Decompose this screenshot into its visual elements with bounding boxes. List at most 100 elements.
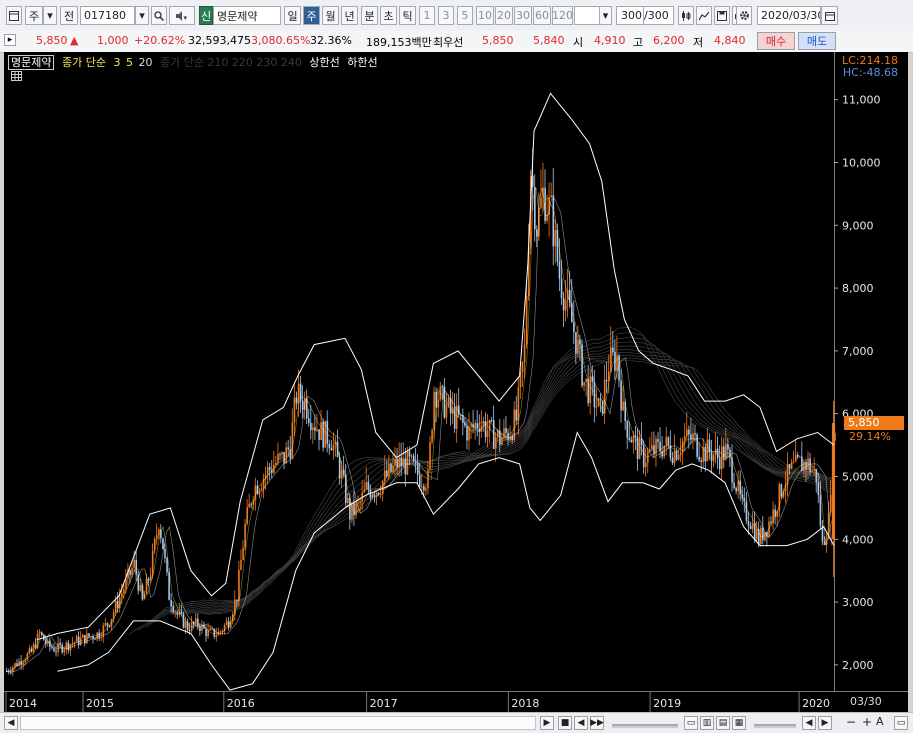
candle-body [244,523,246,548]
layout-icon[interactable]: ▦ [732,716,746,730]
scroll-right-icon[interactable]: ▶ [540,716,554,730]
candle-body [168,572,170,601]
candle-body [638,438,641,460]
data-count-input[interactable]: 300 [616,6,644,25]
number-10[interactable]: 10 [476,6,494,25]
market-selector[interactable]: 주 [25,6,43,25]
speed-slider[interactable] [610,716,680,730]
candle-body [215,635,218,637]
period-day[interactable]: 일 [284,6,301,25]
candle-body [365,482,368,490]
candle-body [277,454,279,463]
candle-body [123,589,125,594]
stock-name-field[interactable]: 명문제약 [213,6,281,25]
zoom-out-icon[interactable]: ▭ [684,716,698,730]
candle-body [536,229,538,237]
candle-body [686,429,688,437]
candle-body [425,488,427,491]
chart-canvas: 11,00010,0009,0008,0007,0006,0005,0004,0… [4,52,908,712]
buy-button[interactable]: 매수 [757,32,795,50]
candle-body [59,643,62,645]
candle-body [22,662,25,665]
candle-body [332,444,335,451]
candle-body [636,436,639,460]
up-arrow-icon: ▲ [70,34,79,47]
candle-type-icon[interactable] [678,6,694,25]
compare-icon[interactable]: ▤ [716,716,730,730]
best-quote-label: 최우선 [433,36,464,49]
market-dropdown-arrow-icon[interactable]: ▾ [43,6,57,25]
all-market-button[interactable]: 전 [60,6,78,25]
scroll-forward-icon[interactable]: ▶ [818,716,832,730]
scroll-track[interactable] [20,716,536,730]
candle-body [57,643,59,652]
close-panel-icon[interactable]: ▭ [894,716,908,730]
candle-body [155,534,158,540]
candle-body [696,434,698,457]
info-toggle-icon[interactable]: ▸ [4,34,16,46]
zoom-minus-button[interactable]: − [846,715,856,729]
calendar-icon[interactable] [821,6,838,25]
candle-body [176,612,179,615]
candle-body [486,430,489,438]
candle-body [308,418,310,423]
chart-scrollbar: ◀ ▶ ■ ◀ ▶▶ ▭ ▥ ▤ ▦ ◀ ▶ − + A ▭ [0,712,913,733]
number-20[interactable]: 20 [495,6,513,25]
stock-code-input[interactable]: 017180 [80,6,135,25]
period-week[interactable]: 주 [303,6,320,25]
number-120[interactable]: 120 [552,6,573,25]
period-month[interactable]: 월 [322,6,339,25]
candle-body [347,497,349,503]
number-60[interactable]: 60 [533,6,551,25]
fast-forward-icon[interactable]: ▶▶ [590,716,604,730]
candle-body [30,648,33,652]
candle-body [700,460,703,462]
candle-body [688,429,690,435]
sound-icon[interactable]: ▾ [169,6,195,25]
price-chart[interactable]: 11,000 10,000 9,000 8,000 7,000 6,000 5,000 4,0… [4,52,908,712]
font-size-button[interactable]: A [876,715,884,728]
candle-body [755,529,758,540]
candle-body [250,503,253,505]
number-1[interactable]: 1 [419,6,435,25]
chart-tools-icon[interactable] [696,6,712,25]
candle-body [67,642,70,651]
number-30[interactable]: 30 [514,6,532,25]
window-icon[interactable] [6,6,22,25]
y-tick-label: 4,000 [842,533,874,546]
candle-body [135,559,138,575]
play-back-icon[interactable]: ◀ [574,716,588,730]
period-year[interactable]: 년 [341,6,358,25]
long-ma-line [145,336,832,628]
scroll-left-icon[interactable]: ◀ [4,716,18,730]
search-icon[interactable] [151,6,167,25]
stop-icon[interactable]: ■ [558,716,572,730]
number-5[interactable]: 5 [457,6,473,25]
interval-tick[interactable]: 틱 [399,6,416,25]
zoom-slider[interactable] [752,716,798,730]
candle-body [258,490,261,495]
code-dropdown-icon[interactable]: ▾ [135,6,149,25]
candle-body [665,437,668,446]
candle-body [811,470,813,473]
date-input[interactable]: 2020/03/30 [757,6,821,25]
save-icon[interactable] [714,6,730,25]
interval-minute[interactable]: 분 [361,6,378,25]
number-3[interactable]: 3 [438,6,454,25]
candle-body [225,621,228,626]
candle-body [626,420,629,438]
split-view-icon[interactable]: ▥ [700,716,714,730]
gear-icon[interactable] [736,6,752,25]
candle-body [373,495,376,498]
zoom-plus-button[interactable]: + [862,715,872,729]
candle-body [310,422,312,431]
custom-number-dropdown-icon[interactable]: ▾ [599,6,612,25]
candle-body [458,405,460,415]
interval-second[interactable]: 초 [380,6,397,25]
grid-table-icon[interactable] [11,71,22,81]
sell-button[interactable]: 매도 [798,32,836,50]
candle-body [675,450,678,460]
candle-body [209,628,212,631]
scroll-back-icon[interactable]: ◀ [802,716,816,730]
candle-body [129,570,131,575]
